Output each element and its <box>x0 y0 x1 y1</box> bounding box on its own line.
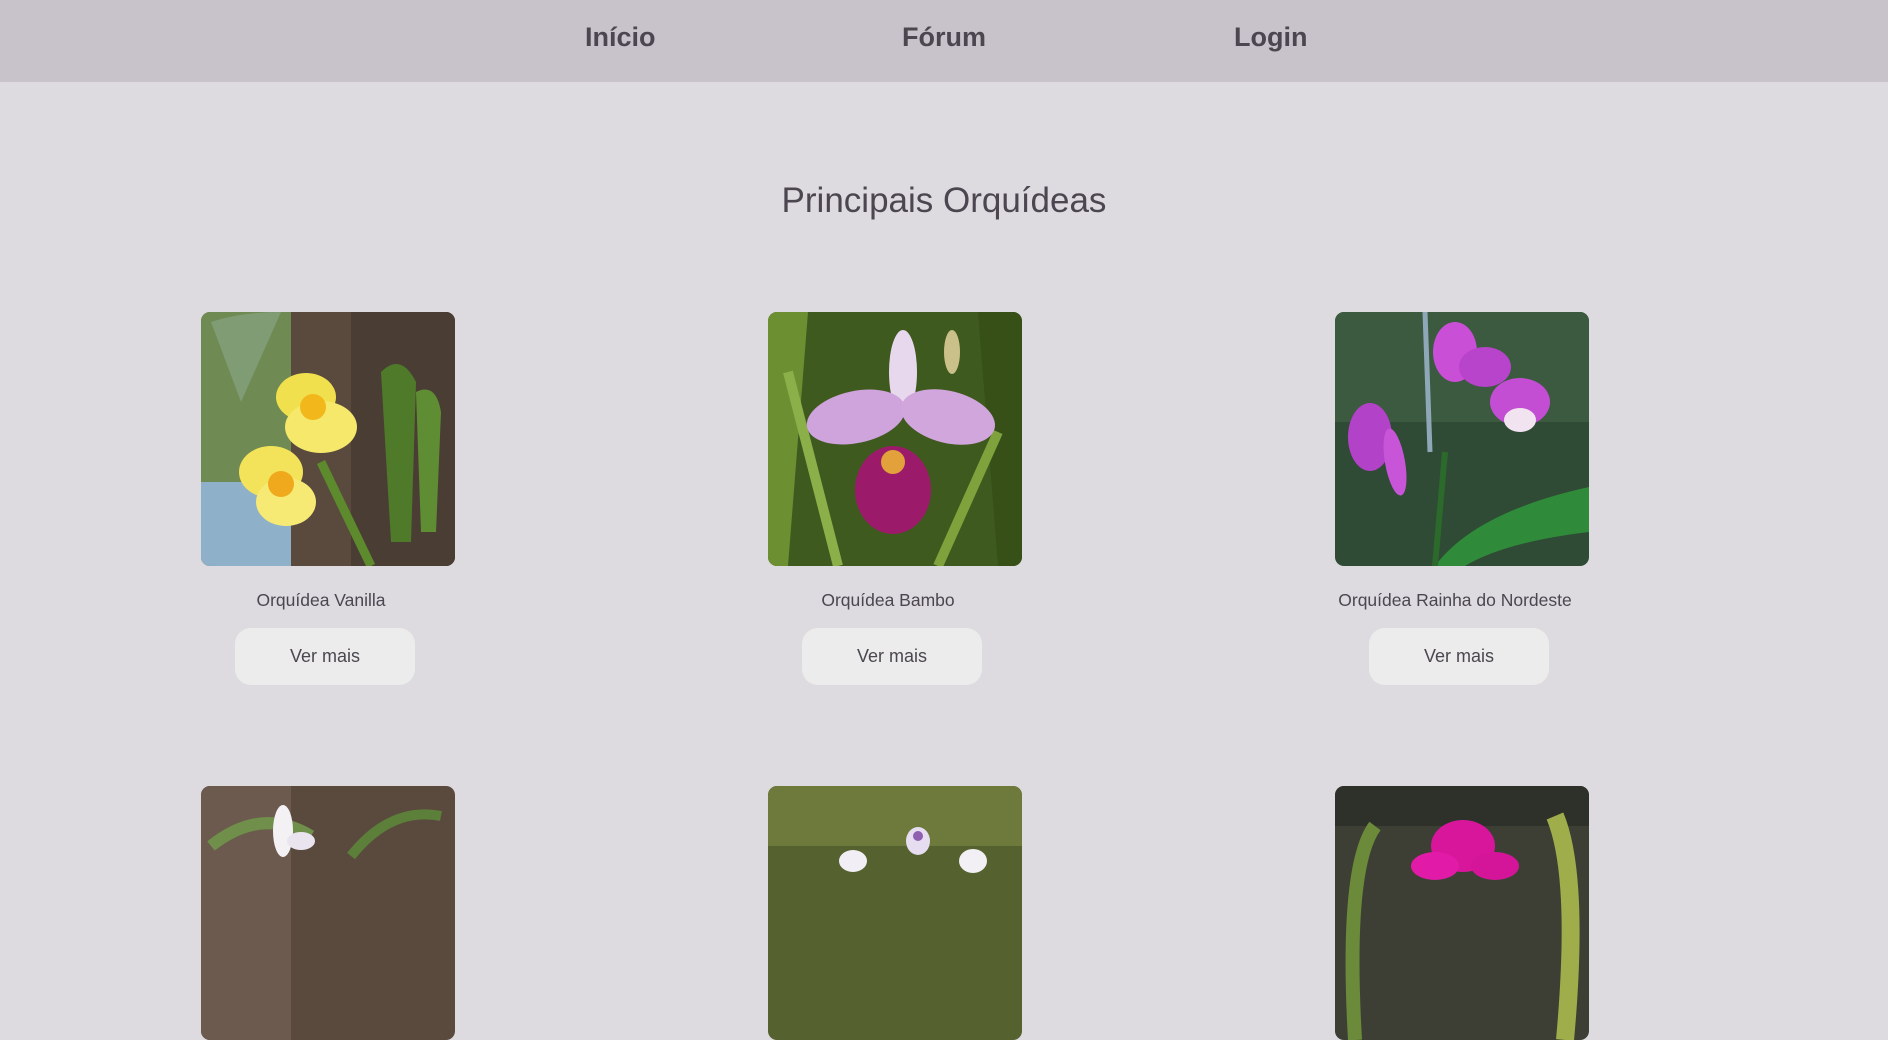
orchid-image-vanilla[interactable] <box>201 312 455 566</box>
orchid-image-rainha-do-nordeste[interactable] <box>1335 312 1589 566</box>
see-more-button[interactable]: Ver mais <box>235 628 415 685</box>
orchid-name: Orquídea Rainha do Nordeste <box>1338 590 1572 610</box>
page-title: Principais Orquídeas <box>781 181 1107 220</box>
nav-link-inicio[interactable]: Início <box>585 22 656 53</box>
nav-link-forum[interactable]: Fórum <box>902 22 986 53</box>
nav-link-login[interactable]: Login <box>1234 22 1307 53</box>
orchid-image-bambo[interactable] <box>768 312 1022 566</box>
orchid-name: Orquídea Vanilla <box>256 590 386 610</box>
orchid-image-row2-1[interactable] <box>201 786 455 1040</box>
orchid-image-row2-2[interactable] <box>768 786 1022 1040</box>
see-more-button[interactable]: Ver mais <box>802 628 982 685</box>
orchid-name: Orquídea Bambo <box>821 590 955 610</box>
top-navbar: Início Fórum Login <box>0 0 1888 82</box>
see-more-button[interactable]: Ver mais <box>1369 628 1549 685</box>
orchid-image-row2-3[interactable] <box>1335 786 1589 1040</box>
